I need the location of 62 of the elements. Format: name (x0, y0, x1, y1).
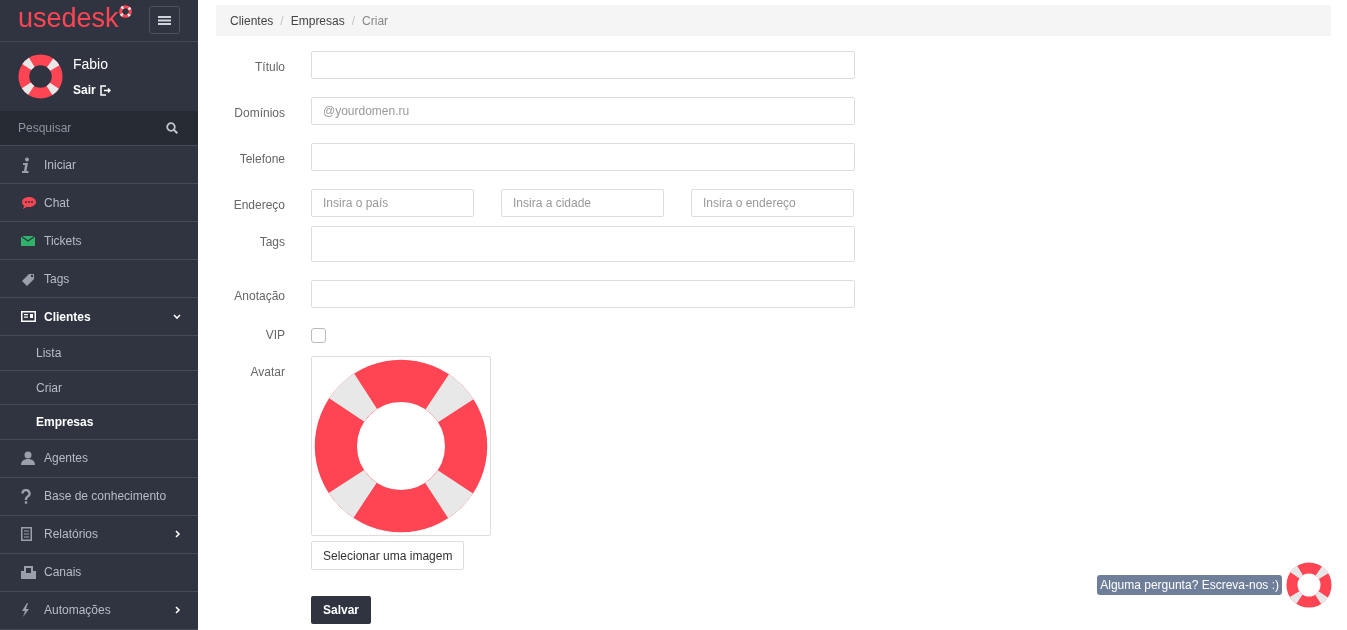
breadcrumb-link[interactable]: Clientes (230, 11, 274, 30)
select-image-button[interactable]: Selecionar uma imagem (311, 541, 465, 570)
speech-bubble-icon (21, 196, 37, 210)
lifebuoy-logo-icon (118, 4, 132, 18)
chat-prompt[interactable]: Alguma pergunta? Escreva-nos :) (1097, 575, 1282, 595)
tags-field[interactable] (311, 226, 855, 262)
chevron-right-icon (175, 606, 181, 615)
field-label: Título (255, 60, 285, 74)
tag-icon (21, 272, 37, 286)
text-field[interactable]: Insira o país (311, 189, 474, 217)
logout-link[interactable]: Sair (73, 81, 111, 100)
id-card-icon (21, 311, 36, 323)
search-icon (166, 122, 178, 135)
inbox-tray-icon (21, 566, 36, 579)
search-field[interactable]: Pesquisar (0, 111, 162, 146)
field-label: Avatar (250, 365, 285, 379)
nav-subitem[interactable]: Lista (0, 336, 198, 371)
menu-icon (158, 15, 171, 25)
nav-item[interactable]: Relatórios (0, 516, 198, 554)
menu-toggle-button[interactable] (149, 6, 180, 35)
nav-item[interactable]: Clientes (0, 298, 198, 337)
logo[interactable]: usedesk (18, 4, 119, 36)
checkbox[interactable] (311, 327, 326, 343)
nav-item[interactable]: Agentes (0, 440, 198, 478)
chevron-down-icon (173, 314, 181, 320)
logout-icon (99, 84, 111, 96)
field-label: Endereço (233, 198, 285, 212)
person-icon (21, 451, 35, 466)
nav-item[interactable]: Tickets (0, 222, 198, 261)
breadcrumb-separator: / (280, 12, 284, 30)
user-avatar (18, 54, 63, 100)
field-label: VIP (265, 328, 285, 342)
nav-subitem[interactable]: Empresas (0, 405, 198, 440)
chevron-right-icon (175, 530, 181, 539)
breadcrumb-current: Criar (362, 12, 389, 30)
text-field[interactable] (311, 280, 855, 308)
lightning-icon (21, 603, 30, 618)
field-label: Tags (259, 235, 285, 249)
lifebuoy-chat-icon (1286, 562, 1332, 608)
nav-item[interactable]: Canais (0, 554, 198, 592)
nav-item[interactable]: Tags (0, 260, 198, 299)
breadcrumb-link[interactable]: Empresas (290, 11, 345, 30)
nav-subitem[interactable]: Criar (0, 371, 198, 406)
nav-item[interactable]: Chat (0, 184, 198, 223)
breadcrumb-separator: / (351, 12, 356, 30)
text-field[interactable]: Insira a cidade (501, 189, 664, 217)
document-icon (21, 527, 32, 542)
envelope-icon (21, 236, 35, 246)
text-field[interactable]: @yourdomen.ru (311, 97, 855, 125)
info-icon (21, 157, 31, 173)
field-label: Domínios (234, 106, 285, 120)
field-label: Telefone (239, 152, 285, 166)
nav-item[interactable]: Base de conhecimento (0, 478, 198, 516)
field-label: Anotação (234, 289, 285, 303)
text-field[interactable] (311, 143, 855, 171)
save-button[interactable]: Salvar (311, 596, 372, 624)
nav-item[interactable]: Iniciar (0, 146, 198, 185)
text-field[interactable]: Insira o endereço (691, 189, 854, 217)
user-name: Fabio (73, 55, 110, 75)
nav-item[interactable]: Automações (0, 592, 198, 630)
question-mark-icon (21, 489, 31, 504)
text-field[interactable] (311, 51, 855, 79)
